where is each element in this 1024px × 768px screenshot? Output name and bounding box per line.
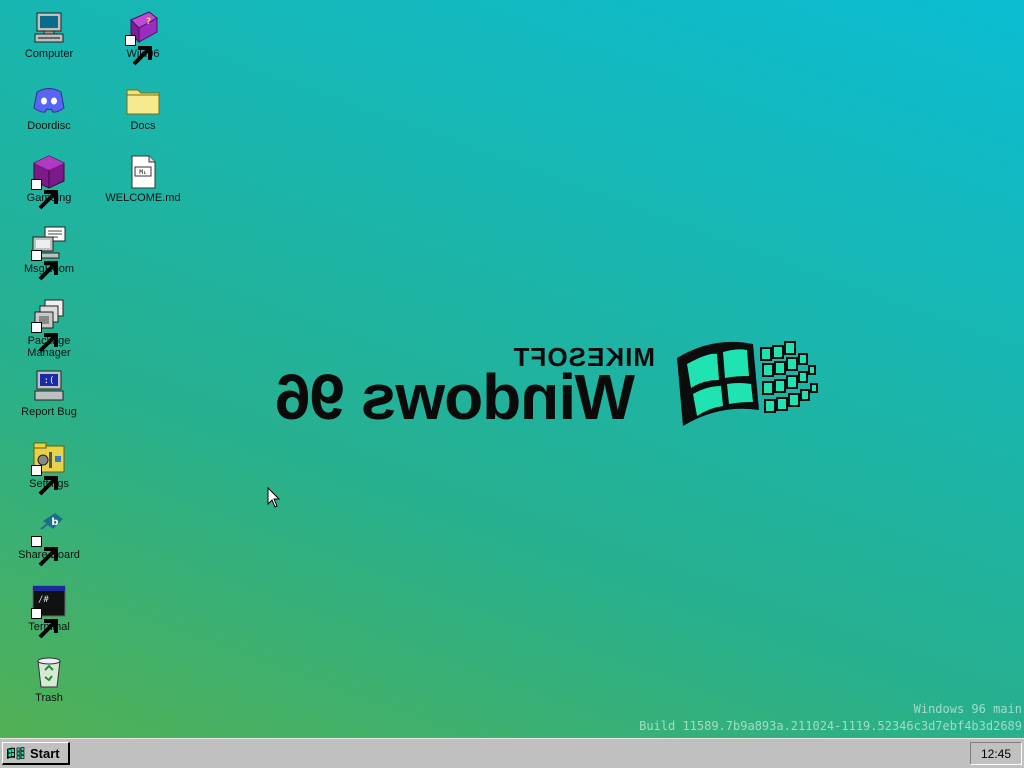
desktop-icon-docs[interactable]: Docs (101, 82, 185, 132)
taskbar: Start 12:45 (0, 738, 1024, 768)
desktop-icon-trash[interactable]: Trash (7, 654, 91, 704)
shortcut-arrow-icon (31, 250, 58, 281)
desktop-icon-label: Doordisc (27, 120, 71, 132)
desktop-icon-terminal[interactable]: /# Terminal (7, 583, 91, 639)
desktop-icon-settings[interactable]: Settings (7, 440, 91, 496)
settings-icon (31, 440, 67, 496)
package-manager-icon (31, 297, 67, 353)
shortcut-arrow-icon (31, 465, 58, 496)
desktop-icon-report-bug[interactable]: :( Report Bug (7, 368, 91, 418)
desktop-icon-share-board[interactable]: b Share Board (7, 511, 91, 567)
desktop-icon-gameing[interactable]: Gameing (7, 154, 91, 210)
desktop-icon-doordisc[interactable]: Doordisc (7, 82, 91, 132)
mouse-cursor-icon (267, 487, 281, 508)
desktop-icon-label: Report Bug (21, 406, 77, 418)
desktop-icon-label: Computer (24, 48, 74, 60)
discord-icon (31, 82, 67, 118)
start-logo-icon (7, 747, 25, 760)
computer-icon (31, 10, 67, 46)
svg-text:/#: /# (38, 595, 49, 605)
shortcut-arrow-icon (125, 35, 152, 66)
recycle-bin-icon (31, 654, 67, 690)
desktop-icon-msgroom[interactable]: MsgRoom (7, 225, 91, 281)
shortcut-arrow-icon (31, 536, 58, 567)
desktop-icon-computer[interactable]: Computer (7, 10, 91, 60)
build-number-text: Build 11589.7b9a893a.211024-1119.52346c3… (639, 719, 1022, 733)
help-book-icon: ? (125, 10, 161, 66)
start-label: Start (30, 745, 60, 761)
logo-product: Windows 96 (275, 361, 635, 433)
start-button[interactable]: Start (2, 742, 70, 765)
report-bug-icon: :( (31, 368, 67, 404)
svg-text::(: :( (44, 376, 55, 386)
desktop-icon-welcome-md[interactable]: M↓ WELCOME.md (101, 154, 185, 204)
build-branch-text: Windows 96 main (913, 702, 1022, 716)
share-board-icon: b (31, 511, 67, 567)
desktop-icon-label: Trash (35, 692, 63, 704)
svg-text:?: ? (146, 17, 151, 27)
desktop-icon-label: WELCOME.md (105, 192, 181, 204)
markdown-file-icon: M↓ (125, 154, 161, 190)
windows96-logo: MIKESOFT Windows 96 (205, 318, 825, 448)
desktop-icon-package-manager[interactable]: Package Manager (7, 297, 91, 359)
system-clock[interactable]: 12:45 (970, 742, 1022, 765)
desktop-icon-wiki96[interactable]: ? Wiki96 (101, 10, 185, 66)
shortcut-arrow-icon (31, 322, 58, 353)
shortcut-arrow-icon (31, 179, 58, 210)
desktop-icon-label: Docs (130, 120, 156, 132)
msgroom-icon (31, 225, 67, 281)
windows-flag-icon (677, 341, 818, 426)
shortcut-arrow-icon (31, 608, 58, 639)
svg-text:b: b (51, 517, 58, 528)
terminal-icon: /# (31, 583, 67, 639)
svg-text:M↓: M↓ (139, 169, 146, 176)
purple-cube-icon (31, 154, 67, 210)
desktop[interactable]: Computer Doordisc Gameing MsgRoom Packag… (0, 0, 1024, 738)
folder-icon (125, 82, 161, 118)
